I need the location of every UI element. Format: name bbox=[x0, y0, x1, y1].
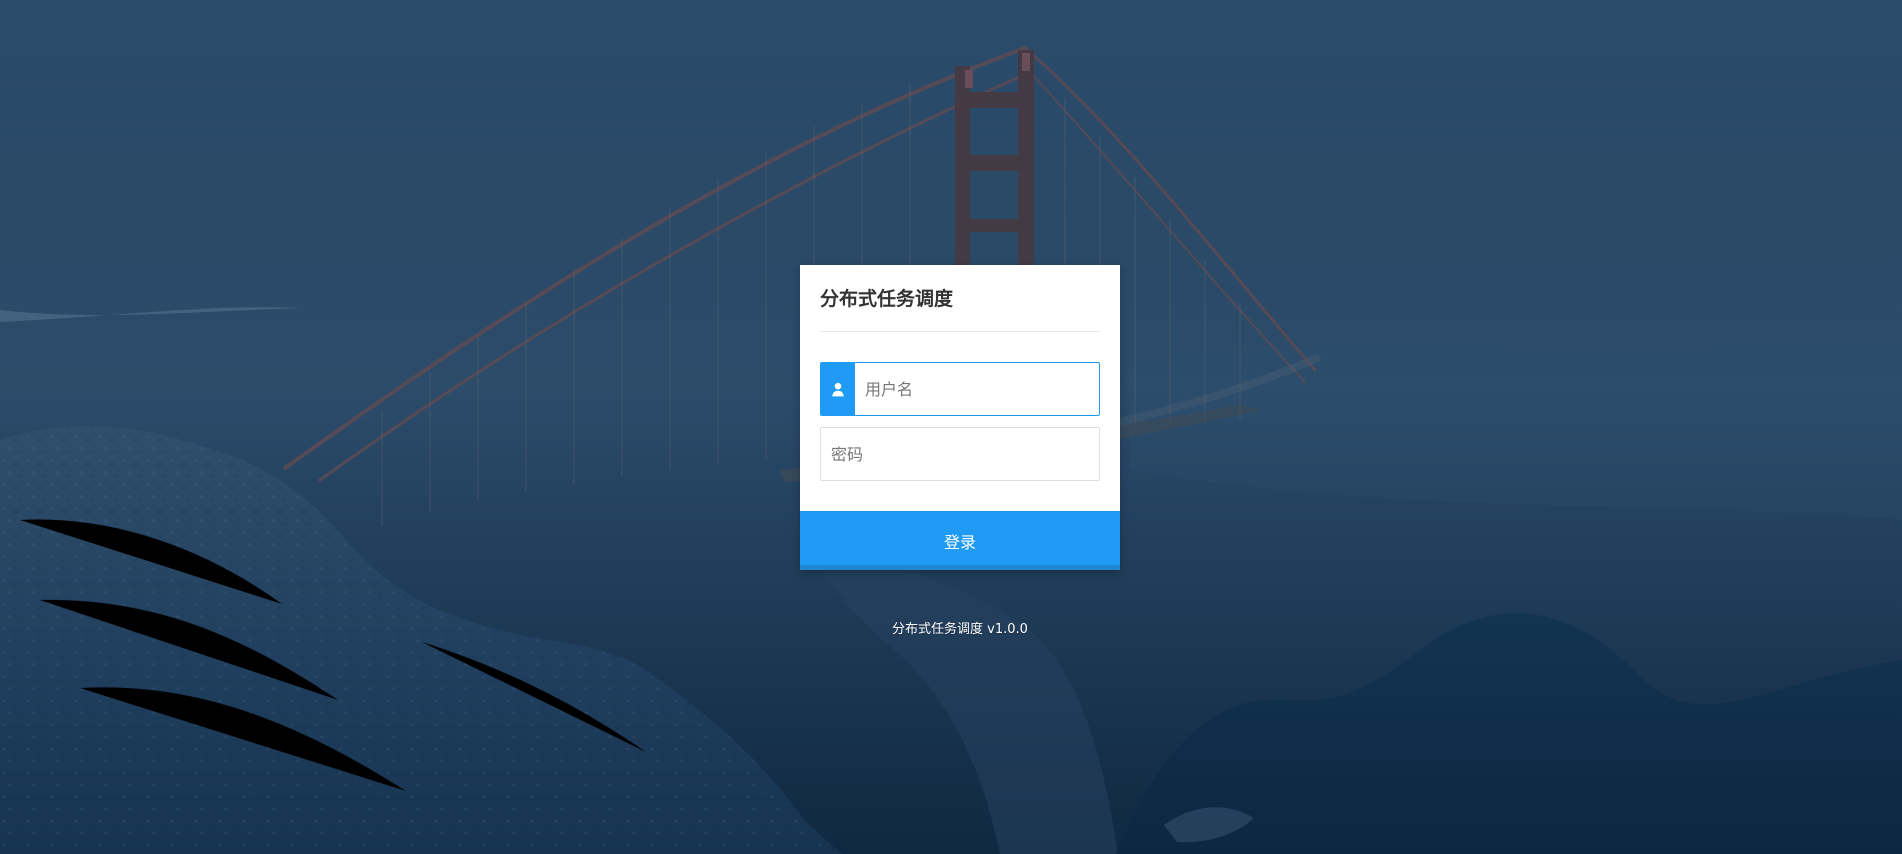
password-input[interactable] bbox=[820, 427, 1100, 481]
title-divider bbox=[820, 331, 1100, 332]
login-card: 分布式任务调度 登录 bbox=[800, 265, 1120, 570]
page-title: 分布式任务调度 bbox=[820, 288, 954, 310]
username-input[interactable] bbox=[855, 363, 1099, 415]
user-icon bbox=[821, 363, 855, 415]
version-footer: 分布式任务调度 v1.0.0 bbox=[892, 622, 1028, 637]
login-button[interactable]: 登录 bbox=[800, 511, 1120, 570]
login-screen: 分布式任务调度 登录 分布式任务调度 v1.0.0 bbox=[0, 0, 1902, 854]
username-field-group[interactable] bbox=[820, 362, 1100, 416]
